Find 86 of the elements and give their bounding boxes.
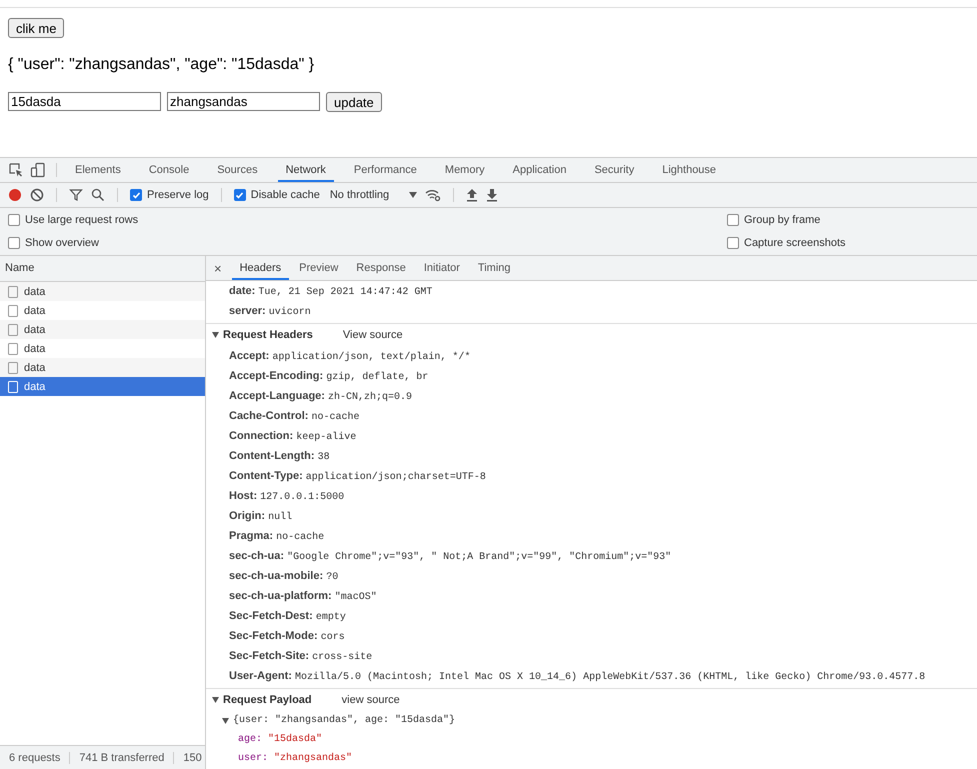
file-icon	[8, 342, 18, 354]
click-button[interactable]: clik me	[8, 18, 64, 38]
file-icon	[8, 286, 18, 298]
checkbox[interactable]	[727, 214, 739, 226]
inspect-icon[interactable]	[8, 162, 24, 178]
request-row[interactable]: data	[0, 377, 205, 396]
disable-cache-label: Disable cache	[250, 189, 320, 201]
view-source-link[interactable]: view source	[342, 694, 400, 706]
header-row-text: Content-Type: application/json;charset=UTF-8	[228, 469, 487, 485]
expand-arrow-icon[interactable]	[222, 718, 229, 724]
record-icon[interactable]	[8, 188, 22, 202]
checkbox[interactable]	[130, 189, 142, 201]
device-icon[interactable]	[30, 162, 46, 178]
devtools-tab[interactable]: Console	[140, 158, 198, 182]
header-row-text: Sec-Fetch-Dest: empty	[228, 609, 347, 625]
view-source-link[interactable]: View source	[342, 329, 403, 341]
checkbox[interactable]	[8, 237, 20, 250]
close-button[interactable]: ×	[214, 260, 222, 276]
header-row-text: Sec-Fetch-Mode: cors	[228, 629, 346, 645]
filter-icon[interactable]	[69, 188, 83, 202]
header-row-text: Accept: application/json, text/plain, */*	[228, 349, 472, 365]
detail-tab[interactable]: Preview	[291, 256, 346, 280]
update-button[interactable]: update	[326, 92, 382, 112]
devtools-tab[interactable]: Security	[586, 158, 642, 182]
text-input[interactable]: zhangsandas	[167, 92, 320, 111]
caret-icon	[409, 192, 418, 198]
header-row-text: sec-ch-ua-platform: "macOS"	[228, 589, 378, 605]
devtools-tab[interactable]: Elements	[67, 158, 129, 182]
devtools-tab[interactable]: Lighthouse	[654, 158, 724, 182]
status-text: 6 requests	[0, 752, 70, 764]
checkbox[interactable]	[8, 214, 20, 226]
checkbox[interactable]	[234, 189, 246, 201]
request-row[interactable]: data	[0, 339, 205, 358]
file-icon	[8, 324, 18, 336]
header-row-text: User-Agent: Mozilla/5.0 (Macintosh; Intel Mac OS X 10_14_6) AppleWebKit/537.36 (KHTML, like Gecko) Chrome/93.0.4577.8	[228, 669, 926, 685]
detail-tab[interactable]: Initiator	[416, 256, 468, 280]
section-title: Request Headers	[223, 329, 313, 341]
header-row-text: Accept-Encoding: gzip, deflate, br	[228, 369, 430, 385]
option-label: Show overview	[25, 237, 99, 250]
header-row-text: date: Tue, 21 Sep 2021 14:47:42 GMT	[228, 284, 434, 300]
request-row[interactable]: data	[0, 282, 205, 301]
header-row-text: sec-ch-ua: "Google Chrome";v="93", " Not;A Brand";v="99", "Chromium";v="93"	[228, 549, 672, 565]
option-label: Use large request rows	[25, 214, 138, 226]
payload-summary: {user: "zhangsandas", age: "15dasda"}	[233, 715, 456, 726]
throttling-select[interactable]: No throttling	[330, 189, 390, 201]
network-settings-icon[interactable]	[425, 188, 442, 202]
request-row[interactable]: data	[0, 320, 205, 339]
detail-tab[interactable]: Response	[348, 256, 414, 280]
option-label: Capture screenshots	[744, 237, 846, 250]
header-row-text: Sec-Fetch-Site: cross-site	[228, 649, 374, 665]
devtools-tab[interactable]: Memory	[436, 158, 493, 182]
expand-arrow-icon[interactable]	[212, 697, 219, 703]
header-row-text: sec-ch-ua-mobile: ?0	[228, 569, 340, 585]
header-row-text: Host: 127.0.0.1:5000	[228, 489, 346, 505]
column-header[interactable]: Name	[0, 256, 205, 282]
header-row-text: Origin: null	[228, 509, 294, 525]
file-icon	[8, 362, 18, 374]
detail-tab[interactable]: Timing	[470, 256, 519, 280]
header-row-text: Pragma: no-cache	[228, 529, 326, 545]
section-title: Request Payload	[223, 694, 312, 706]
payload-property: user: "zhangsandas"	[237, 752, 354, 766]
status-text: 741 B transferred	[70, 752, 174, 764]
header-row-text: Connection: keep-alive	[228, 429, 358, 445]
preserve-log-label: Preserve log	[147, 189, 209, 201]
request-row[interactable]: data	[0, 358, 205, 377]
header-row-text: Cache-Control: no-cache	[228, 409, 361, 425]
file-icon	[8, 380, 18, 392]
output-text: { "user": "zhangsandas", "age": "15dasda" }	[8, 56, 316, 74]
clear-icon[interactable]	[30, 188, 44, 202]
download-icon[interactable]	[486, 188, 498, 202]
file-icon	[8, 304, 18, 316]
checkbox[interactable]	[727, 237, 739, 250]
header-row-text: Content-Length: 38	[228, 449, 331, 465]
devtools-tab[interactable]: Application	[504, 158, 574, 182]
devtools-tab[interactable]: Performance	[346, 158, 425, 182]
header-row-text: server: uvicorn	[228, 304, 312, 320]
expand-arrow-icon[interactable]	[212, 332, 219, 338]
header-row-text: Accept-Language: zh-CN,zh;q=0.9	[228, 389, 414, 405]
devtools-tab[interactable]: Sources	[209, 158, 266, 182]
search-icon[interactable]	[91, 188, 105, 202]
payload-property: age: "15dasda"	[237, 732, 324, 747]
option-label: Group by frame	[744, 214, 820, 226]
request-row[interactable]: data	[0, 301, 205, 320]
text-input[interactable]: 15dasda	[8, 92, 161, 111]
upload-icon[interactable]	[466, 188, 478, 202]
devtools-tab[interactable]: Network	[278, 158, 334, 182]
